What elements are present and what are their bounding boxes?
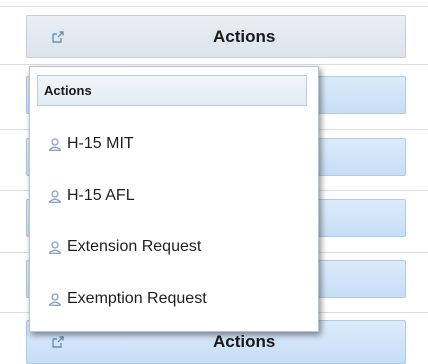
menu-item-extension-request[interactable]: Extension Request — [48, 235, 201, 259]
user-icon — [49, 190, 61, 203]
menu-item-h15-mit[interactable]: H-15 MIT — [48, 132, 134, 156]
user-icon — [49, 241, 61, 254]
menu-item-label: H-15 AFL — [67, 187, 135, 204]
user-icon — [49, 293, 61, 306]
user-icon — [49, 138, 61, 151]
external-link-icon — [52, 336, 64, 348]
external-link-icon — [52, 31, 64, 43]
actions-button-label: Actions — [213, 27, 276, 46]
menu-item-exemption-request[interactable]: Exemption Request — [48, 287, 207, 311]
popup-header: Actions — [37, 75, 307, 106]
menu-item-label: Exemption Request — [67, 290, 207, 307]
actions-popup-menu: Actions H-15 MIT H-15 AFL Extension Requ… — [29, 66, 319, 332]
row-divider — [0, 6, 428, 7]
menu-item-h15-afl[interactable]: H-15 AFL — [48, 184, 135, 208]
row-divider — [0, 64, 428, 65]
menu-item-label: H-15 MIT — [67, 135, 134, 152]
menu-item-label: Extension Request — [67, 238, 202, 255]
actions-button[interactable]: Actions — [26, 15, 406, 58]
